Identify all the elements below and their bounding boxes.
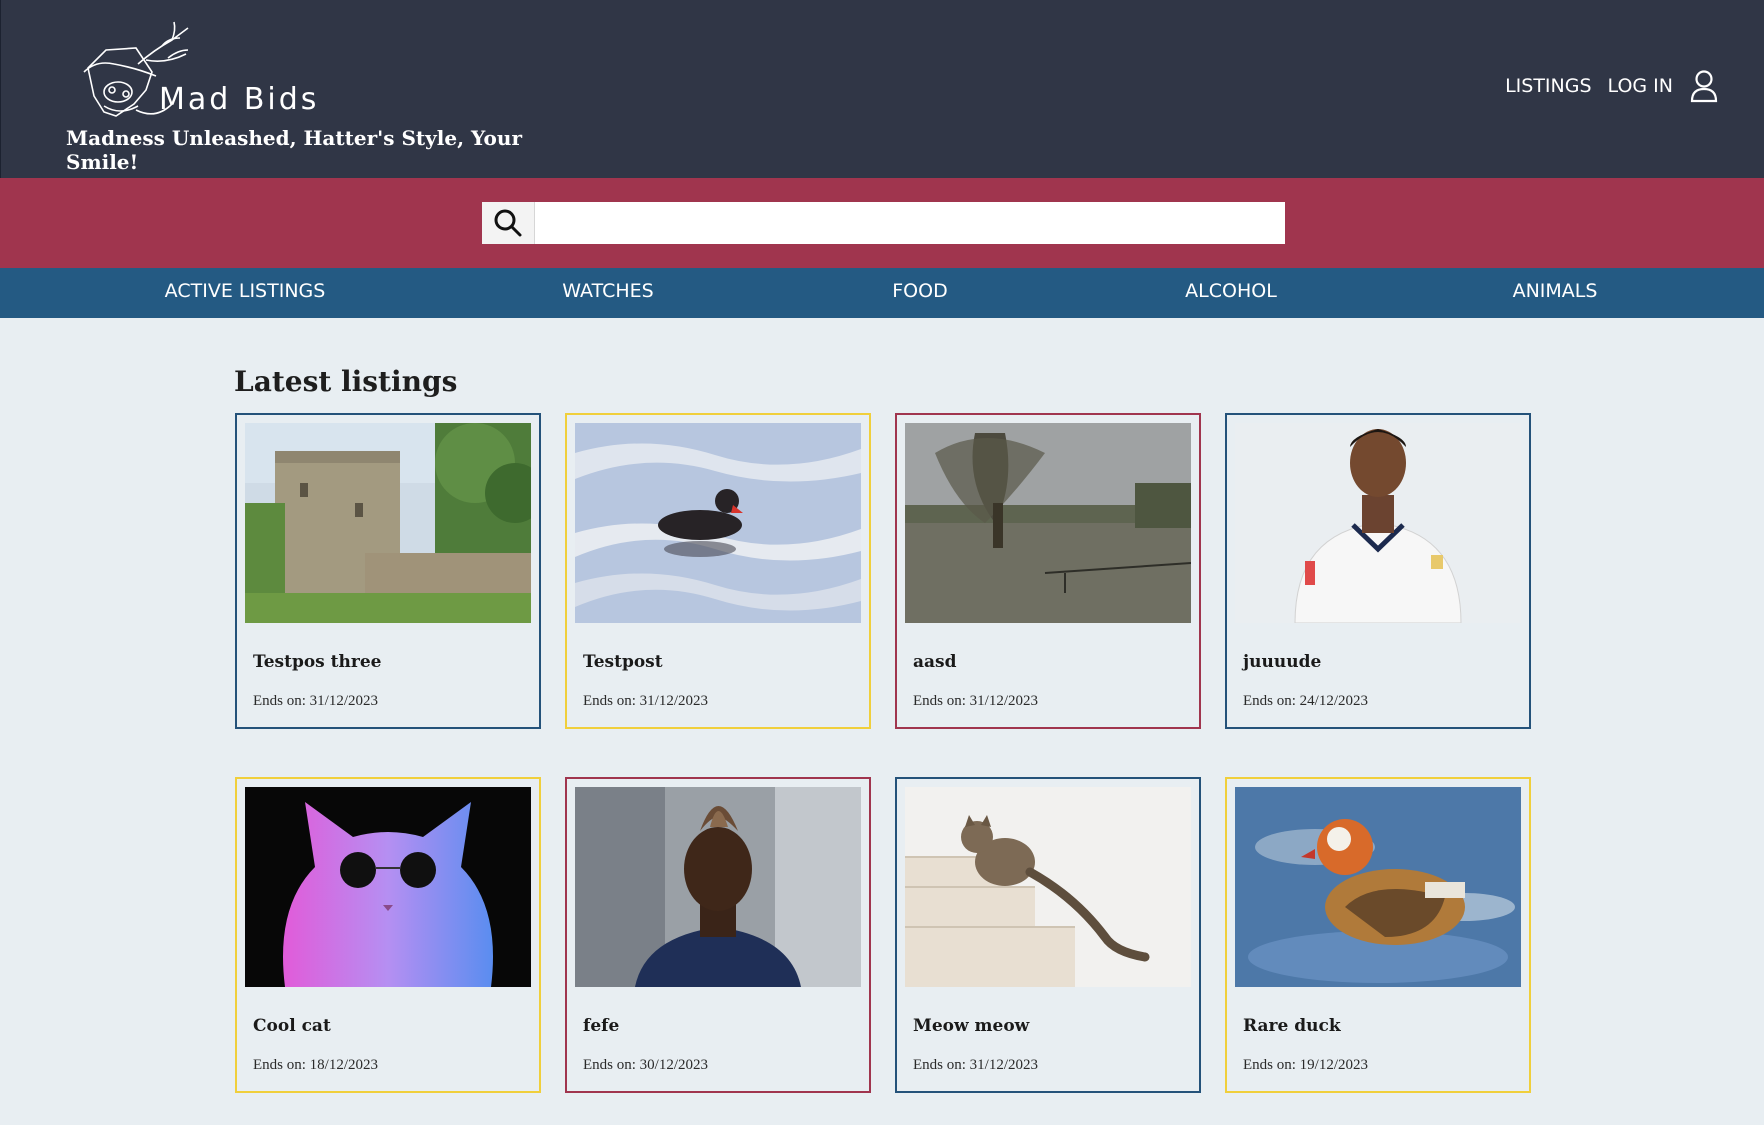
castle-tower-photo [245, 423, 531, 623]
listing-title[interactable]: Testpost [583, 652, 663, 672]
listing-end-date: Ends on: 31/12/2023 [913, 1057, 1039, 1073]
search-band [0, 178, 1764, 268]
listing-end-date: Ends on: 18/12/2023 [253, 1057, 379, 1073]
listing-end-date: Ends on: 31/12/2023 [253, 693, 379, 709]
logo[interactable]: Mad Bids Madness Unleashed, Hatter's Sty… [66, 20, 586, 174]
moorhen-on-water-photo [575, 423, 861, 623]
search-icon [494, 209, 522, 237]
brand-name: Mad Bids [159, 82, 320, 117]
cat-on-stairs-photo [905, 787, 1191, 987]
listing-title[interactable]: Meow meow [913, 1016, 1029, 1036]
flooded-field-willow-photo [905, 423, 1191, 623]
listing-end-date: Ends on: 19/12/2023 [1243, 1057, 1369, 1073]
site-header: Mad Bids Madness Unleashed, Hatter's Sty… [0, 0, 1764, 178]
nav-listings-link[interactable]: LISTINGS [1505, 75, 1591, 97]
listing-card[interactable]: juuuude Ends on: 24/12/2023 [1225, 413, 1531, 729]
listing-title[interactable]: aasd [913, 652, 957, 672]
listing-title[interactable]: Rare duck [1243, 1016, 1341, 1036]
listing-end-date: Ends on: 31/12/2023 [583, 693, 709, 709]
search-input[interactable] [535, 202, 1285, 244]
category-active-listings[interactable]: ACTIVE LISTINGS [165, 268, 326, 318]
category-watches[interactable]: WATCHES [562, 268, 653, 318]
listing-title[interactable]: Cool cat [253, 1016, 331, 1036]
listing-title[interactable]: fefe [583, 1016, 619, 1036]
nav-login-link[interactable]: LOG IN [1608, 75, 1673, 97]
neon-cat-sunglasses-photo [245, 787, 531, 987]
listing-end-date: Ends on: 24/12/2023 [1243, 693, 1369, 709]
listing-card[interactable]: aasd Ends on: 31/12/2023 [895, 413, 1201, 729]
listing-title[interactable]: juuuude [1243, 652, 1321, 672]
listing-card[interactable]: Testpost Ends on: 31/12/2023 [565, 413, 871, 729]
search-bar [482, 202, 1285, 244]
football-player-mohawk-photo [575, 787, 861, 987]
category-animals[interactable]: ANIMALS [1513, 268, 1598, 318]
user-icon[interactable] [1689, 69, 1719, 103]
top-nav: LISTINGS LOG IN [1505, 68, 1719, 104]
listing-end-date: Ends on: 31/12/2023 [913, 693, 1039, 709]
listing-card[interactable]: Testpos three Ends on: 31/12/2023 [235, 413, 541, 729]
listing-title[interactable]: Testpos three [253, 652, 381, 672]
brand-tagline: Madness Unleashed, Hatter's Style, Your … [66, 126, 522, 174]
category-nav: ACTIVE LISTINGS WATCHES FOOD ALCOHOL ANI… [0, 268, 1764, 318]
listing-card[interactable]: fefe Ends on: 30/12/2023 [565, 777, 871, 1093]
listing-card[interactable]: Meow meow Ends on: 31/12/2023 [895, 777, 1201, 1093]
mandarin-duck-photo [1235, 787, 1521, 987]
football-player-portrait-photo [1235, 423, 1521, 623]
listing-card[interactable]: Rare duck Ends on: 19/12/2023 [1225, 777, 1531, 1093]
category-alcohol[interactable]: ALCOHOL [1185, 268, 1277, 318]
search-button[interactable] [482, 202, 535, 244]
category-food[interactable]: FOOD [892, 268, 947, 318]
latest-listings-heading: Latest listings [234, 365, 458, 398]
listing-card[interactable]: Cool cat Ends on: 18/12/2023 [235, 777, 541, 1093]
listing-end-date: Ends on: 30/12/2023 [583, 1057, 709, 1073]
